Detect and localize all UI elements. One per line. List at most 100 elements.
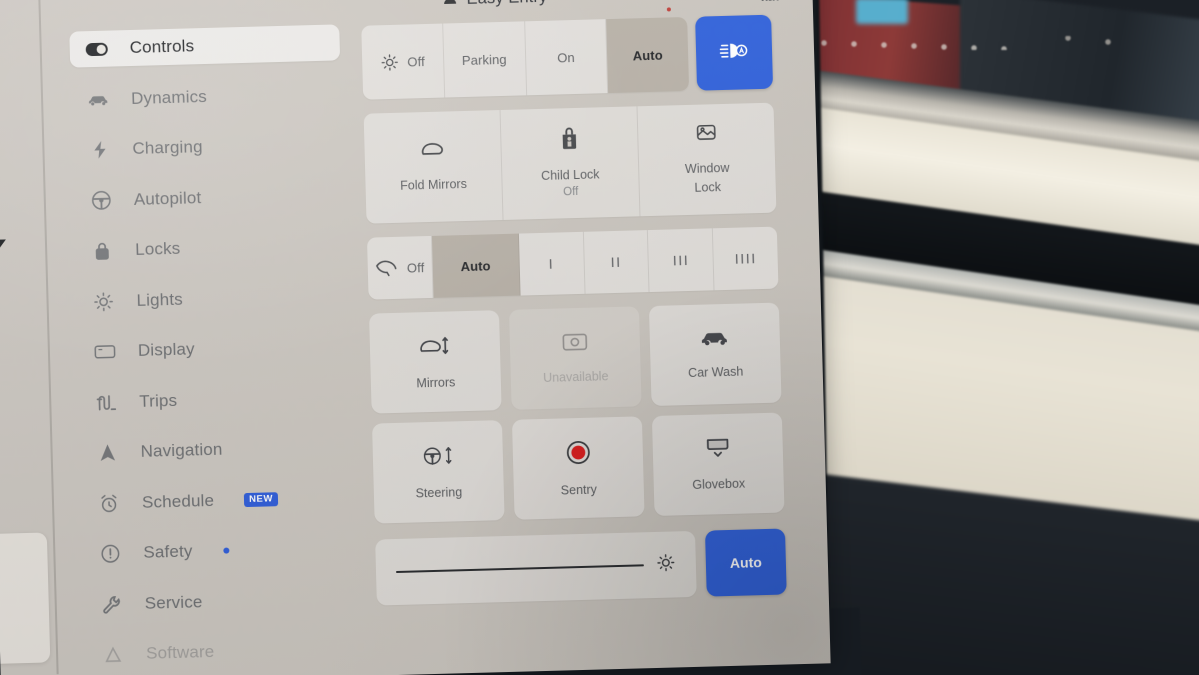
sidebar-item-label: Trips <box>139 390 178 411</box>
window-lock-label: Window Lock <box>685 159 730 196</box>
brightness-auto-button[interactable]: Auto <box>704 528 787 597</box>
car-wash-tile[interactable]: Car Wash <box>648 302 782 407</box>
sidebar-item-navigation[interactable]: Navigation <box>80 428 351 471</box>
home-icon[interactable] <box>609 0 626 6</box>
steering-label: Steering <box>415 485 463 501</box>
lights-option-off[interactable]: Off <box>361 23 445 100</box>
wiper-option-auto[interactable]: Auto <box>431 233 521 298</box>
window-reflection-specks <box>818 36 1158 50</box>
sidebar-item-autopilot[interactable]: Autopilot <box>73 176 344 219</box>
brightness-row: Auto <box>375 528 787 606</box>
status-icon-group: LTE <box>609 0 779 11</box>
safety-update-dot <box>223 547 230 554</box>
sidebar-item-controls[interactable]: Controls <box>69 24 341 68</box>
charging-bolt-icon <box>0 229 9 259</box>
profile-indicator[interactable]: Easy Entry <box>442 0 548 10</box>
wiper-option-label: Auto <box>460 257 491 274</box>
wiper-option-off[interactable]: Off <box>366 235 434 300</box>
sidebar-item-label: Dynamics <box>130 86 208 108</box>
wiper-option-3[interactable]: III <box>648 228 715 293</box>
wiper-option-1[interactable]: I <box>518 231 586 296</box>
mirror-icon <box>419 139 447 164</box>
mirror-adjust-icon <box>418 333 453 363</box>
lights-option-auto[interactable]: Auto <box>606 16 690 94</box>
sentry-label: Sentry <box>560 482 598 498</box>
wiper-option-label: I <box>548 255 555 272</box>
left-floating-card[interactable] <box>0 532 51 665</box>
glovebox-tile[interactable]: Glovebox <box>651 412 785 517</box>
cellular-signal: LTE <box>761 0 779 1</box>
lights-option-label: On <box>557 49 575 65</box>
sidebar-item-label: Navigation <box>140 439 223 461</box>
auto-high-beam-button[interactable] <box>695 14 774 91</box>
padlock-icon <box>91 240 114 263</box>
wiper-option-4[interactable]: IIII <box>713 227 778 291</box>
sidebar-item-safety[interactable]: Safety <box>83 529 354 572</box>
sidebar-item-software[interactable]: Software <box>86 630 357 673</box>
car-icon <box>87 88 110 111</box>
wiper-option-label: III <box>672 251 690 269</box>
sun-icon <box>92 290 115 313</box>
wiper-option-2[interactable]: II <box>583 230 650 294</box>
controls-panel: Off Parking On Auto Fold Mirrors Child L… <box>361 14 787 606</box>
sidebar-item-dynamics[interactable]: Dynamics <box>71 75 342 118</box>
child-lock-label: Child Lock Off <box>541 165 600 201</box>
mirrors-tile[interactable]: Mirrors <box>369 310 502 414</box>
bluetooth-icon[interactable] <box>712 0 726 3</box>
child-lock-button[interactable]: Child Lock Off <box>500 106 641 220</box>
brightness-slider[interactable] <box>375 530 697 606</box>
controls-tile-grid: Mirrors Unavailable Car Wash Steering Se… <box>369 302 785 524</box>
lights-option-label: Off <box>407 53 425 70</box>
lights-option-on[interactable]: On <box>524 19 609 96</box>
child-lock-icon <box>559 125 580 155</box>
wiper-icon <box>375 259 399 278</box>
unavailable-tile: Unavailable <box>508 306 642 410</box>
notifications-bell[interactable] <box>661 0 677 11</box>
alarm-clock-icon <box>98 492 121 515</box>
sentry-record-icon <box>565 439 591 470</box>
wrench-icon <box>100 593 123 616</box>
sidebar-item-schedule[interactable]: Schedule NEW <box>82 479 353 522</box>
brightness-sun-icon <box>656 552 677 578</box>
lights-option-label: Auto <box>632 47 663 63</box>
lights-option-parking[interactable]: Parking <box>442 21 527 98</box>
window-lock-line2: Lock <box>694 179 722 195</box>
sidebar-item-lights[interactable]: Lights <box>76 277 347 320</box>
sidebar-item-label: Software <box>145 641 215 663</box>
sidebar-item-locks[interactable]: Locks <box>75 226 346 269</box>
steering-tile[interactable]: Steering <box>371 420 505 524</box>
profile-name: Easy Entry <box>466 0 547 8</box>
fold-mirrors-button[interactable]: Fold Mirrors <box>363 110 504 224</box>
brightness-track[interactable] <box>395 564 644 574</box>
software-icon <box>102 643 125 666</box>
lights-segmented-control: Off Parking On Auto <box>361 16 690 100</box>
sidebar-item-charging[interactable]: Charging <box>72 125 343 168</box>
sentry-tile[interactable]: Sentry <box>511 416 645 520</box>
car-wash-label: Car Wash <box>687 364 744 381</box>
notification-dot <box>667 6 672 11</box>
sidebar-item-label: Locks <box>134 238 181 259</box>
sidebar-item-trips[interactable]: Trips <box>79 378 350 421</box>
sidebar-item-label: Charging <box>132 137 203 158</box>
steering-wheel-icon <box>90 189 113 212</box>
lightning-bolt-icon <box>88 139 111 162</box>
sidebar-item-label: Autopilot <box>133 187 202 209</box>
fold-mirrors-label: Fold Mirrors <box>400 176 468 193</box>
window-lock-line1: Window <box>684 161 730 177</box>
sidebar-item-label: Display <box>137 339 195 360</box>
wiper-option-label: II <box>610 253 622 271</box>
sidebar-item-label: Safety <box>143 541 193 562</box>
sidebar-item-label: Controls <box>129 36 195 58</box>
wiper-option-label: Off <box>406 259 425 276</box>
navigation-arrow-icon <box>96 441 119 464</box>
mirror-lock-row: Fold Mirrors Child Lock Off Window Lock <box>363 102 777 224</box>
sidebar-item-service[interactable]: Service <box>84 580 355 623</box>
sidebar-item-label: Service <box>144 591 203 613</box>
sidebar-item-display[interactable]: Display <box>77 327 348 370</box>
child-lock-title: Child Lock <box>540 167 600 184</box>
window-lock-button[interactable]: Window Lock <box>637 103 776 217</box>
wiper-option-label: IIII <box>734 250 757 267</box>
car-wash-icon <box>700 329 731 353</box>
sidebar-item-label: Schedule <box>141 490 215 512</box>
lights-row: Off Parking On Auto <box>361 14 774 100</box>
